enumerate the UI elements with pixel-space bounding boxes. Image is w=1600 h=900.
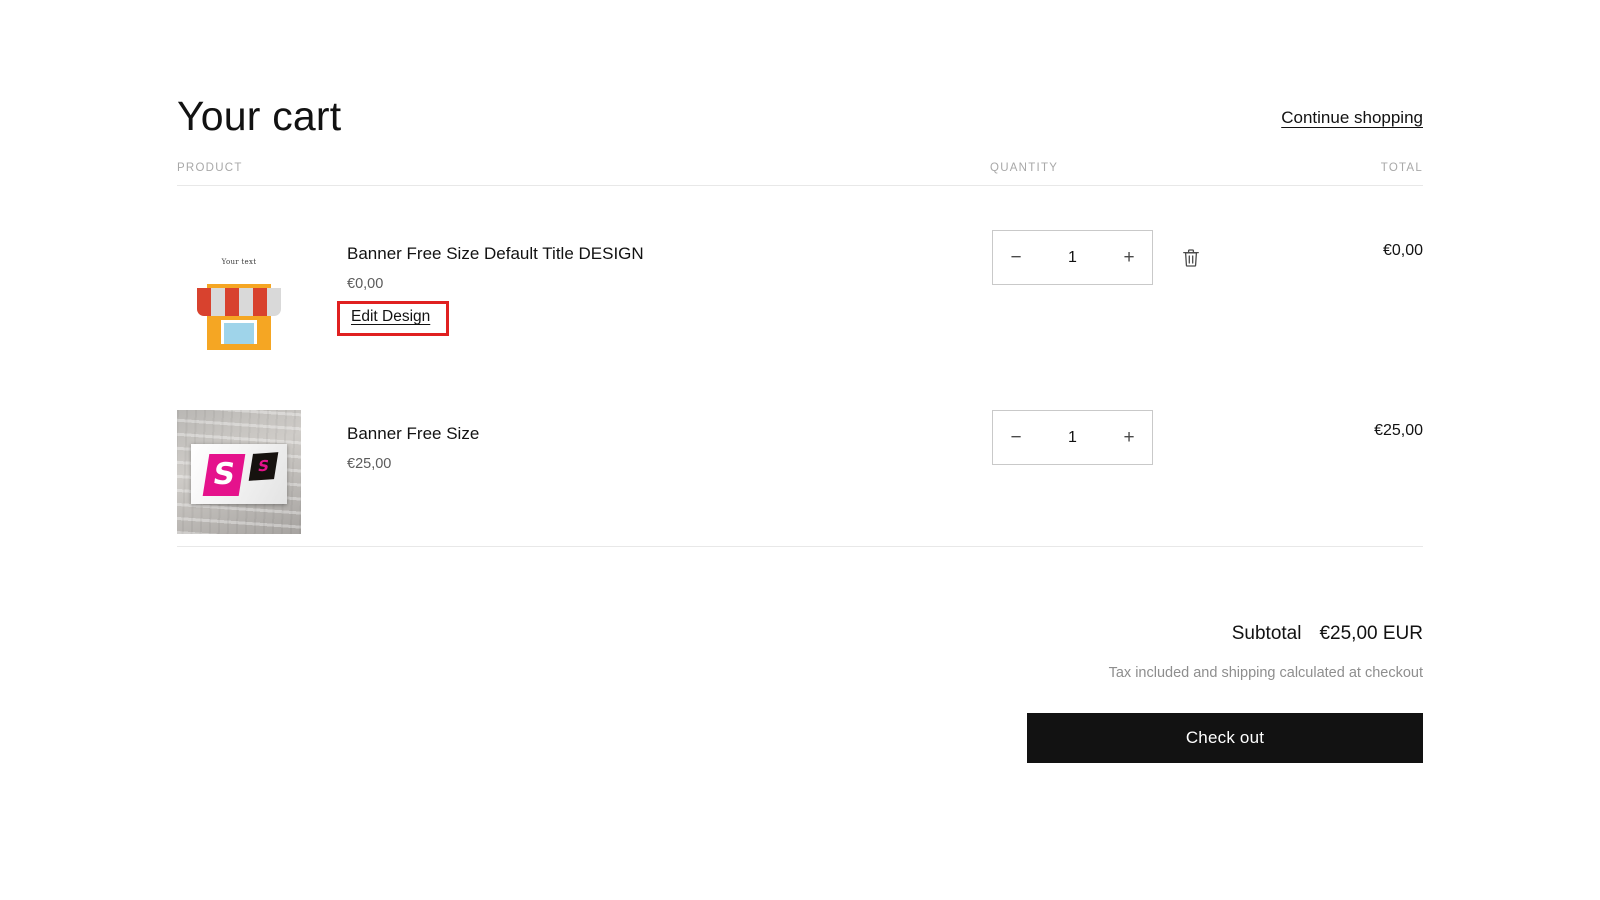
quantity-increase-button[interactable]: + [1106, 411, 1152, 464]
column-header-product: PRODUCT [177, 162, 243, 174]
cart-container: Your cart Continue shopping PRODUCT QUAN… [177, 0, 1423, 763]
banner-logo-letter: S [202, 454, 246, 496]
quantity-increase-button[interactable]: + [1106, 231, 1152, 284]
product-price: €25,00 [347, 456, 392, 473]
quantity-decrease-button[interactable]: − [993, 231, 1039, 284]
column-header-total: TOTAL [1380, 162, 1423, 174]
storefront-icon: Your text [177, 230, 301, 354]
quantity-value[interactable]: 1 [1058, 249, 1088, 267]
cart-table-header: PRODUCT QUANTITY TOTAL [177, 150, 1423, 186]
quantity-decrease-button[interactable]: − [993, 411, 1039, 464]
cart-page: Your cart Continue shopping PRODUCT QUAN… [0, 0, 1600, 900]
banner-mockup-image: S S [177, 410, 301, 534]
table-row: Your text Banner Free Size Default Title… [177, 186, 1423, 366]
cart-header: Your cart Continue shopping [177, 0, 1423, 150]
edit-design-wrapper: Edit Design [337, 301, 450, 337]
banner-sheet: S S [191, 444, 287, 504]
trash-icon [1180, 247, 1202, 269]
quantity-value[interactable]: 1 [1058, 429, 1088, 447]
product-details: Banner Free Size Default Title DESIGN €0… [337, 186, 947, 337]
line-total: €0,00 [1382, 242, 1423, 259]
product-title[interactable]: Banner Free Size Default Title DESIGN [347, 186, 947, 265]
product-title[interactable]: Banner Free Size [347, 366, 947, 445]
subtotal-value: €25,00 EUR [1319, 623, 1423, 644]
column-header-quantity: QUANTITY [990, 162, 1059, 174]
table-row: S S Banner Free Size €25,00 − 1 + €25,00 [177, 366, 1423, 546]
remove-item-button[interactable] [1180, 247, 1202, 269]
storefront-window [221, 320, 257, 344]
subtotal-row: Subtotal €25,00 EUR [177, 623, 1423, 645]
edit-design-link[interactable]: Edit Design [347, 306, 436, 330]
line-total: €25,00 [1374, 422, 1423, 439]
product-price: €0,00 [347, 276, 384, 293]
banner-logo-badge: S [248, 452, 279, 481]
page-title: Your cart [177, 93, 342, 139]
cart-summary: Subtotal €25,00 EUR Tax included and ship… [177, 547, 1423, 763]
subtotal-label: Subtotal [1231, 623, 1302, 644]
product-thumbnail[interactable]: Your text [177, 230, 301, 354]
quantity-stepper[interactable]: − 1 + [992, 410, 1153, 465]
continue-shopping-link[interactable]: Continue shopping [1281, 108, 1423, 128]
checkout-button[interactable]: Check out [1027, 713, 1423, 763]
tax-shipping-note: Tax included and shipping calculated at … [1108, 665, 1423, 681]
product-thumbnail[interactable]: S S [177, 410, 301, 534]
quantity-stepper[interactable]: − 1 + [992, 230, 1153, 285]
thumbnail-placeholder-text: Your text [221, 258, 257, 266]
storefront-awning [197, 288, 281, 316]
product-details: Banner Free Size €25,00 [347, 366, 947, 472]
